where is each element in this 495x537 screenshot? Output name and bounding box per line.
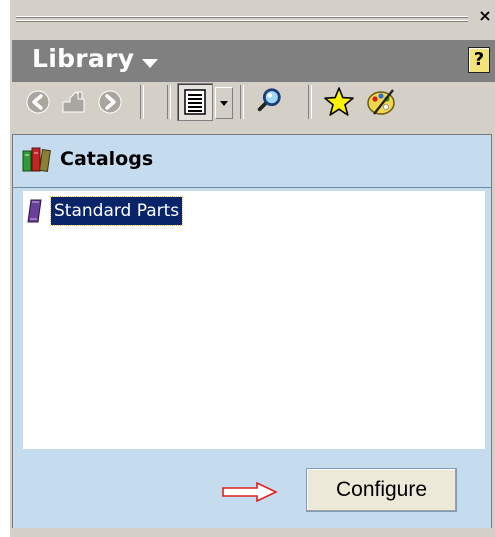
catalogs-books-icon [22,147,51,173]
toolbar-separator [308,85,312,119]
back-arrow-icon[interactable] [24,88,52,116]
library-panel: × Library ? Catalogs Standard Parts Conf… [10,0,495,537]
list-view-button[interactable] [177,83,213,121]
toolbar [12,82,495,125]
help-icon[interactable]: ? [468,47,490,73]
forward-arrow-icon[interactable] [96,88,124,116]
toolbar-separator [167,85,171,119]
catalog-browser: Catalogs Standard Parts Configure [12,134,492,529]
list-view-icon [184,89,206,115]
view-dropdown-arrow-icon[interactable] [215,87,233,119]
palette-icon[interactable] [365,86,397,118]
panel-titlebar: Library ? [12,40,495,82]
title-menu-arrow-icon[interactable] [142,59,158,68]
tree-item-label[interactable]: Standard Parts [49,196,184,226]
panel-title[interactable]: Library [32,44,134,73]
panel-bottom-edge [10,528,495,537]
home-icon[interactable] [60,88,88,116]
catalog-footer: Configure [13,453,491,528]
panel-grip-handle[interactable] [16,14,468,25]
toolbar-separator [140,85,144,119]
search-icon[interactable] [255,86,283,114]
configure-button[interactable]: Configure [306,468,457,512]
book-icon [27,199,42,223]
favorites-star-icon[interactable] [323,86,355,118]
toolbar-separator [240,85,244,119]
catalog-tree[interactable]: Standard Parts [23,191,485,449]
pointer-arrow-icon [222,482,278,502]
close-icon[interactable]: × [476,7,494,25]
catalogs-header: Catalogs [13,135,491,188]
catalogs-title: Catalogs [60,148,154,170]
